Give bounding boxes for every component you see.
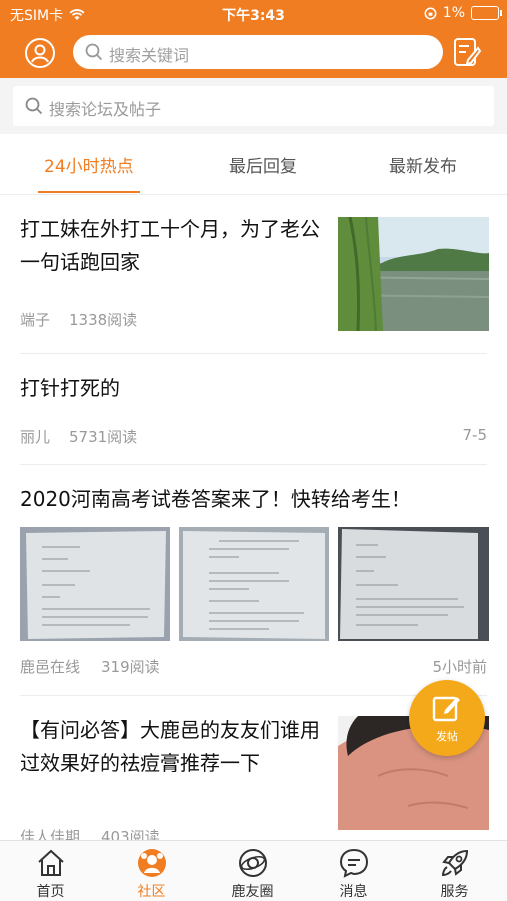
post-author: 佳人佳期 (20, 828, 81, 840)
post-read-count: 1338阅读 (69, 311, 138, 329)
post-title: 打工妹在外打工十个月，为了老公一句话跑回家 (20, 217, 320, 274)
post-image (20, 527, 170, 641)
bottom-tab-bar: 首页 社区 鹿友圈 消息 服务 (0, 840, 507, 901)
post-item[interactable]: 打工妹在外打工十个月，为了老公一句话跑回家 端子 1338阅读 (0, 195, 507, 353)
battery-icon (471, 6, 502, 20)
post-title: 【有问必答】大鹿邑的友友们谁用过效果好的祛痘膏推荐一下 (20, 718, 320, 775)
tabbar-community[interactable]: 社区 (101, 841, 202, 901)
forum-search-bar: 搜索论坛及帖子 (0, 78, 507, 134)
user-icon (25, 38, 55, 68)
post-thumbnail (338, 217, 489, 331)
tabbar-label: 社区 (137, 884, 166, 900)
battery-percent: 1% (442, 5, 465, 21)
post-read-count: 403阅读 (101, 828, 160, 840)
post-author: 鹿邑在线 (20, 658, 81, 676)
tabbar-label: 消息 (339, 884, 368, 900)
tabbar-label: 鹿友圈 (231, 884, 274, 900)
status-bar: 无SIM卡 下午3:43 1% (0, 0, 507, 28)
rocket-icon (441, 849, 469, 877)
post-author: 端子 (20, 311, 51, 329)
search-icon (85, 43, 103, 61)
post-image (338, 527, 489, 641)
tabbar-circle[interactable]: 鹿友圈 (202, 841, 303, 901)
planet-icon (239, 849, 267, 877)
tabbar-label: 服务 (440, 884, 469, 900)
app-header: 无SIM卡 下午3:43 1% 搜索关键词 (0, 0, 507, 78)
fab-label: 发帖 (436, 730, 458, 743)
post-image (179, 527, 329, 641)
post-read-count: 319阅读 (101, 658, 160, 676)
search-input[interactable]: 搜索关键词 (73, 35, 443, 69)
search-icon (25, 97, 43, 115)
edit-button[interactable] (452, 36, 482, 68)
post-item[interactable]: 打针打死的 丽儿 5731阅读 7-5 (0, 354, 507, 464)
community-icon (138, 849, 166, 877)
post-time: 5小时前 (432, 658, 487, 676)
tab-newest[interactable]: 最新发布 (389, 152, 457, 177)
forum-search-input[interactable]: 搜索论坛及帖子 (13, 86, 494, 126)
post-author: 丽儿 (20, 428, 51, 446)
active-tab-indicator (38, 191, 140, 193)
post-title: 打针打死的 (20, 376, 120, 400)
forum-search-placeholder: 搜索论坛及帖子 (49, 100, 162, 119)
tabbar-label: 首页 (36, 884, 65, 900)
new-post-fab[interactable]: 发帖 (409, 680, 485, 756)
post-title: 2020河南高考试卷答案来了！快转给考生！ (20, 487, 411, 511)
tabbar-messages[interactable]: 消息 (303, 841, 404, 901)
chat-bubble-icon (339, 848, 369, 878)
tab-last-reply[interactable]: 最后回复 (229, 152, 297, 177)
tab-24h-hot[interactable]: 24小时热点 (44, 152, 134, 177)
edit-note-icon (454, 38, 482, 66)
user-profile-button[interactable] (24, 37, 56, 69)
feed-tabs: 24小时热点 最后回复 最新发布 (0, 134, 507, 195)
tabbar-services[interactable]: 服务 (404, 841, 505, 901)
tabbar-home[interactable]: 首页 (0, 841, 101, 901)
search-placeholder: 搜索关键词 (109, 46, 190, 65)
post-read-count: 5731阅读 (69, 428, 138, 446)
post-time: 7-5 (462, 426, 488, 444)
home-icon (38, 849, 64, 876)
edit-icon (432, 696, 460, 722)
top-bar: 搜索关键词 (0, 28, 507, 78)
post-item[interactable]: 2020河南高考试卷答案来了！快转给考生！ 鹿邑在线 319阅读 5小时前 (0, 465, 507, 695)
orientation-lock-icon (424, 7, 437, 19)
